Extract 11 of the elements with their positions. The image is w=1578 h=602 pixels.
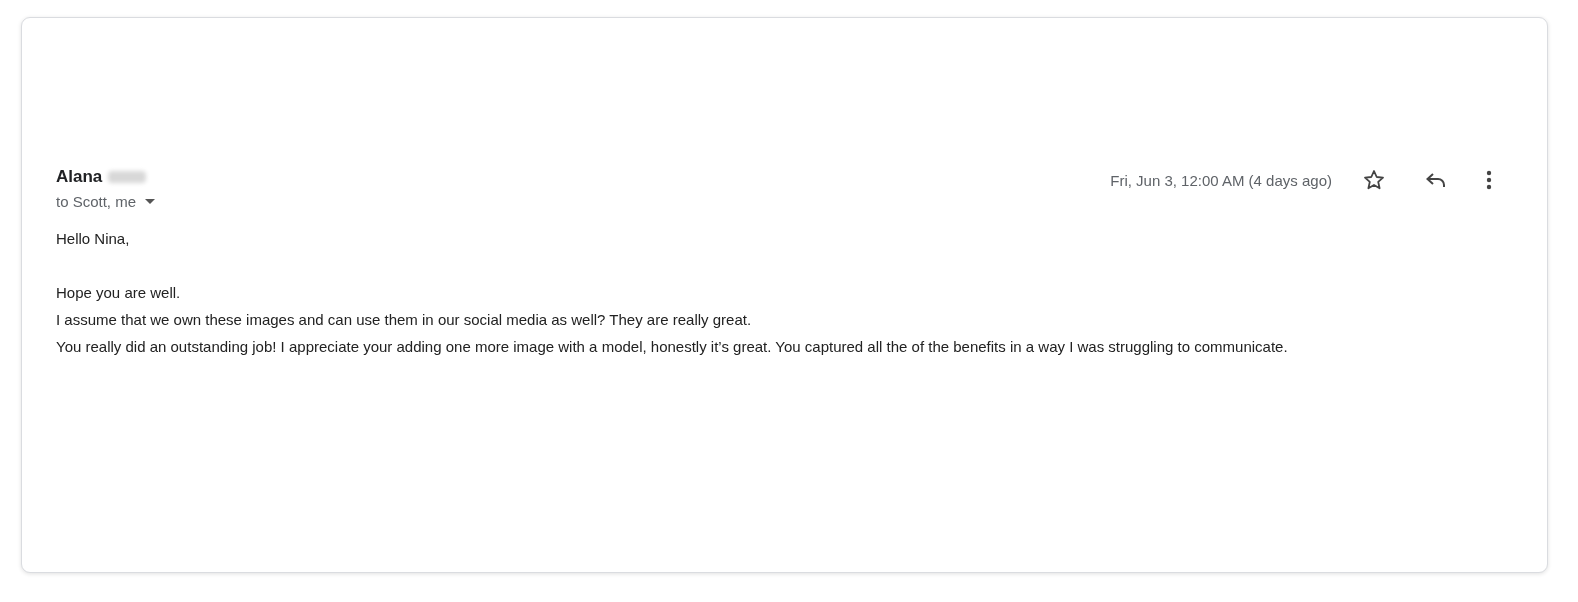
body-text: I assume that we own these images and can use them in our social media as well? They are really great. [56, 310, 753, 330]
recipients: to Scott, me [56, 193, 137, 210]
star-icon[interactable] [1362, 168, 1386, 192]
caret-icon[interactable] [145, 199, 156, 204]
body-text: Hello Nina, [56, 229, 131, 249]
body-text: Hope you are well. [56, 283, 182, 303]
body-text: You really did an outstanding job! I appreciate your adding one more image with a model, honestly it’s great. You captured all the of the benefits in a way I was struggling to communicate. [56, 337, 1289, 357]
sender-name: Alana [56, 167, 103, 187]
blurred-name [108, 171, 147, 183]
date-text: Fri, Jun 3, 12:00 AM (4 days ago) [1110, 171, 1332, 189]
more-options-icon[interactable] [1486, 170, 1492, 190]
